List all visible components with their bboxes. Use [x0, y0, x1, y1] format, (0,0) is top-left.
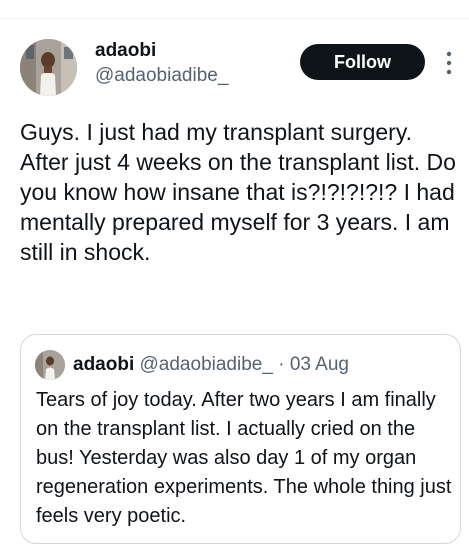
more-vertical-icon[interactable] [444, 50, 454, 76]
avatar[interactable] [20, 39, 77, 96]
quoted-avatar [35, 350, 65, 380]
author-display-name[interactable]: adaobi [95, 40, 228, 62]
quoted-separator: · [278, 354, 285, 375]
quoted-handle: @adaobiadibe_ [139, 354, 273, 375]
quoted-tweet-text: Tears of joy today. After two years I am… [36, 389, 452, 527]
top-divider [0, 18, 469, 19]
quoted-date: 03 Aug [289, 354, 349, 375]
quoted-tweet-card[interactable]: adaobi @adaobiadibe_ · 03 Aug Tears of j… [20, 334, 461, 544]
tweet-text: Guys. I just had my transplant surgery. … [20, 119, 456, 265]
author-block[interactable]: adaobi @adaobiadibe_ [95, 40, 228, 88]
author-handle[interactable]: @adaobiadibe_ [95, 64, 228, 88]
quoted-display-name: adaobi [73, 354, 135, 375]
follow-button[interactable]: Follow [300, 44, 425, 80]
